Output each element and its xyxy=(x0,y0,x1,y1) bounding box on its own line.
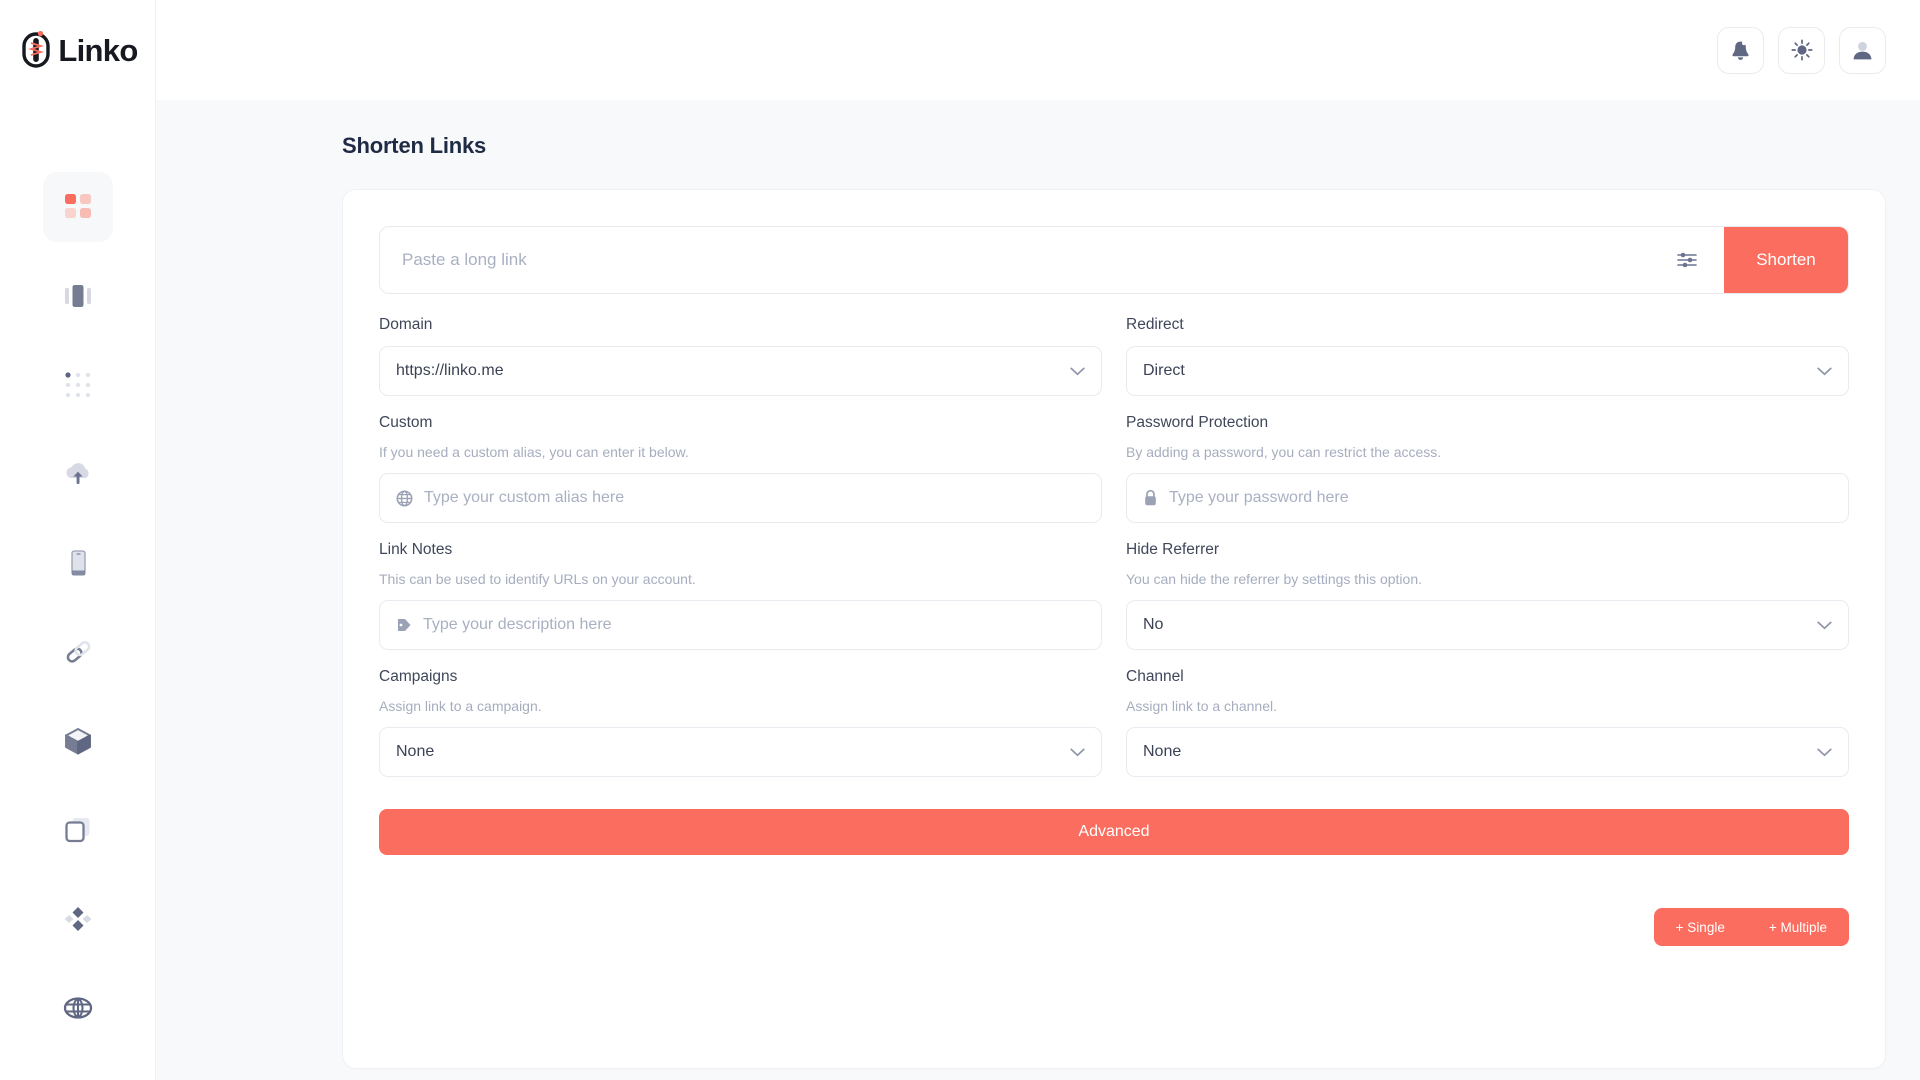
link-chain-icon xyxy=(22,31,51,68)
theme-toggle-button[interactable] xyxy=(1778,26,1825,74)
logo-area: Linko xyxy=(0,0,155,100)
cloud-upload-icon xyxy=(65,463,89,484)
chevron-down-icon xyxy=(1070,748,1085,757)
field-domain: Domain https://linko.me xyxy=(379,316,1102,396)
password-input[interactable] xyxy=(1169,489,1832,507)
long-link-row: Shorten xyxy=(379,226,1849,294)
field-label-hide-referrer: Hide Referrer xyxy=(1126,541,1220,558)
field-hint-custom: If you need a custom alias, you can ente… xyxy=(379,444,689,460)
domain-select[interactable]: https://linko.me xyxy=(379,346,1102,396)
shorten-links-card: Shorten Domain https://linko.me xyxy=(342,189,1886,1069)
page-title: Shorten Links xyxy=(342,133,487,158)
field-label-domain: Domain xyxy=(379,316,433,333)
sidebar-nav xyxy=(42,172,113,1062)
hide-referrer-select[interactable]: No xyxy=(1126,600,1849,650)
custom-alias-control xyxy=(379,473,1102,523)
add-multiple-button[interactable]: + Multiple xyxy=(1747,908,1849,946)
sidebar-item-packages[interactable] xyxy=(43,706,113,776)
copy-layers-icon xyxy=(64,818,89,843)
bell-icon xyxy=(1732,40,1749,60)
chevron-down-icon xyxy=(1070,367,1085,376)
sidebar-item-links[interactable] xyxy=(43,617,113,687)
advanced-button[interactable]: Advanced xyxy=(379,809,1849,855)
notifications-button[interactable] xyxy=(1717,26,1764,74)
redirect-select[interactable]: Direct xyxy=(1126,346,1849,396)
shorten-button[interactable]: Shorten xyxy=(1724,227,1848,293)
field-channel: Channel Assign link to a channel. None xyxy=(1126,668,1849,777)
sliders-icon xyxy=(1677,252,1697,268)
link-notes-control xyxy=(379,600,1102,650)
sidebar-item-integrations[interactable] xyxy=(43,884,113,954)
custom-alias-input[interactable] xyxy=(424,489,1085,507)
field-hint-password: By adding a password, you can restrict t… xyxy=(1126,444,1442,460)
row-notes-referrer: Link Notes This can be used to identify … xyxy=(379,541,1849,668)
profile-button[interactable] xyxy=(1839,26,1886,74)
field-hint-channel: Assign link to a channel. xyxy=(1126,698,1277,714)
link-options-button[interactable] xyxy=(1650,227,1724,293)
field-label-redirect: Redirect xyxy=(1126,316,1184,333)
field-label-password: Password Protection xyxy=(1126,414,1269,431)
logo-text: Linko xyxy=(58,32,138,68)
topbar xyxy=(156,0,1920,100)
globe-icon xyxy=(63,997,92,1019)
domain-value: https://linko.me xyxy=(396,362,504,379)
dot-grid-icon xyxy=(64,372,90,398)
globe-icon xyxy=(396,490,413,507)
link-notes-input[interactable] xyxy=(423,616,1085,634)
sidebar-item-dashboard[interactable] xyxy=(42,172,113,242)
add-link-button-group: + Single + Multiple xyxy=(1653,908,1849,946)
field-hide-referrer: Hide Referrer You can hide the referrer … xyxy=(1126,541,1849,650)
app-logo[interactable]: Linko xyxy=(21,31,138,69)
mobile-device-icon xyxy=(70,550,86,576)
chevron-down-icon xyxy=(1817,621,1832,630)
field-custom: Custom If you need a custom alias, you c… xyxy=(379,414,1102,523)
link-icon xyxy=(66,641,90,663)
diamonds-icon xyxy=(64,907,91,931)
password-control xyxy=(1126,473,1849,523)
sidebar-item-upload[interactable] xyxy=(43,439,113,509)
row-custom-password: Custom If you need a custom alias, you c… xyxy=(379,414,1849,541)
field-label-channel: Channel xyxy=(1126,668,1184,685)
field-password: Password Protection By adding a password… xyxy=(1126,414,1849,523)
field-hint-hide-referrer: You can hide the referrer by settings th… xyxy=(1126,571,1422,587)
sidebar-item-pages[interactable] xyxy=(43,795,113,865)
sidebar: Linko xyxy=(0,0,156,1080)
grid-squares-icon xyxy=(64,194,91,218)
long-link-input[interactable] xyxy=(380,227,1650,293)
sidebar-item-devices[interactable] xyxy=(43,528,113,598)
row-campaigns-channel: Campaigns Assign link to a campaign. Non… xyxy=(379,668,1849,787)
field-label-custom: Custom xyxy=(379,414,433,431)
content-area: Shorten Links Paste a long link Shorten … xyxy=(156,100,1920,1080)
hide-referrer-value: No xyxy=(1143,616,1164,633)
redirect-value: Direct xyxy=(1143,362,1185,379)
field-label-link-notes: Link Notes xyxy=(379,541,453,558)
field-hint-campaigns: Assign link to a campaign. xyxy=(379,698,542,714)
main-area: Shorten Links Paste a long link Shorten … xyxy=(156,0,1920,1080)
sidebar-item-apps[interactable] xyxy=(43,350,113,420)
field-link-notes: Link Notes This can be used to identify … xyxy=(379,541,1102,650)
bottom-actions: + Single + Multiple xyxy=(379,908,1849,946)
lock-icon xyxy=(1143,489,1158,507)
sidebar-item-domains[interactable] xyxy=(43,973,113,1043)
field-campaigns: Campaigns Assign link to a campaign. Non… xyxy=(379,668,1102,777)
channel-select[interactable]: None xyxy=(1126,727,1849,777)
cube-icon xyxy=(64,728,91,755)
campaigns-value: None xyxy=(396,743,435,760)
field-redirect: Redirect Direct xyxy=(1126,316,1849,396)
channel-value: None xyxy=(1143,743,1182,760)
sun-icon xyxy=(1790,39,1813,61)
chevron-down-icon xyxy=(1817,367,1832,376)
field-hint-link-notes: This can be used to identify URLs on you… xyxy=(379,571,696,587)
app-window: Linko Shorten Links Paste a long link Sh… xyxy=(0,0,1920,1080)
add-single-button[interactable]: + Single xyxy=(1654,908,1747,946)
campaigns-select[interactable]: None xyxy=(379,727,1102,777)
sidebar-item-statistics[interactable] xyxy=(43,261,113,331)
field-label-campaigns: Campaigns xyxy=(379,668,458,685)
user-icon xyxy=(1853,41,1872,59)
row-domain-redirect: Domain https://linko.me Redirect Direct xyxy=(379,316,1849,414)
bar-columns-icon xyxy=(64,285,91,307)
chevron-down-icon xyxy=(1817,748,1832,757)
tag-icon xyxy=(396,617,412,633)
